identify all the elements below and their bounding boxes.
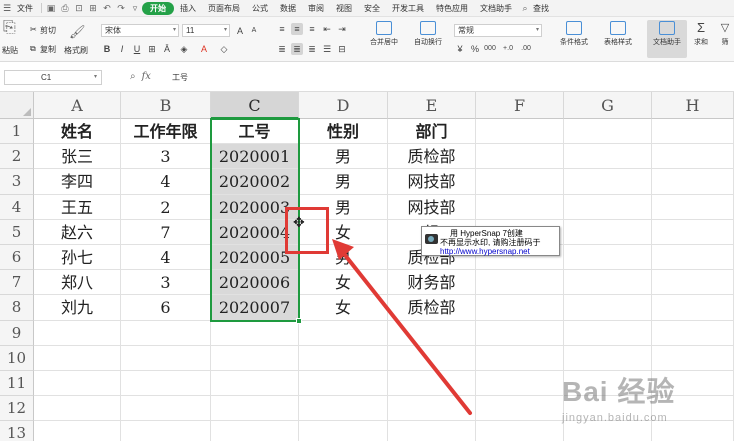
hypersnap-watermark-tooltip: 用 HyperSnap 7创建 不再显示水印, 请购注册码于 http://ww…: [421, 226, 560, 256]
move-cursor-icon: ✥: [293, 214, 305, 230]
baidu-url: jingyan.baidu.com: [562, 412, 668, 424]
baidu-watermark: Bai 经验 jingyan.baidu.com: [562, 370, 732, 430]
baidu-logo-text: Bai 经验: [562, 376, 676, 407]
camera-icon: [425, 234, 438, 244]
